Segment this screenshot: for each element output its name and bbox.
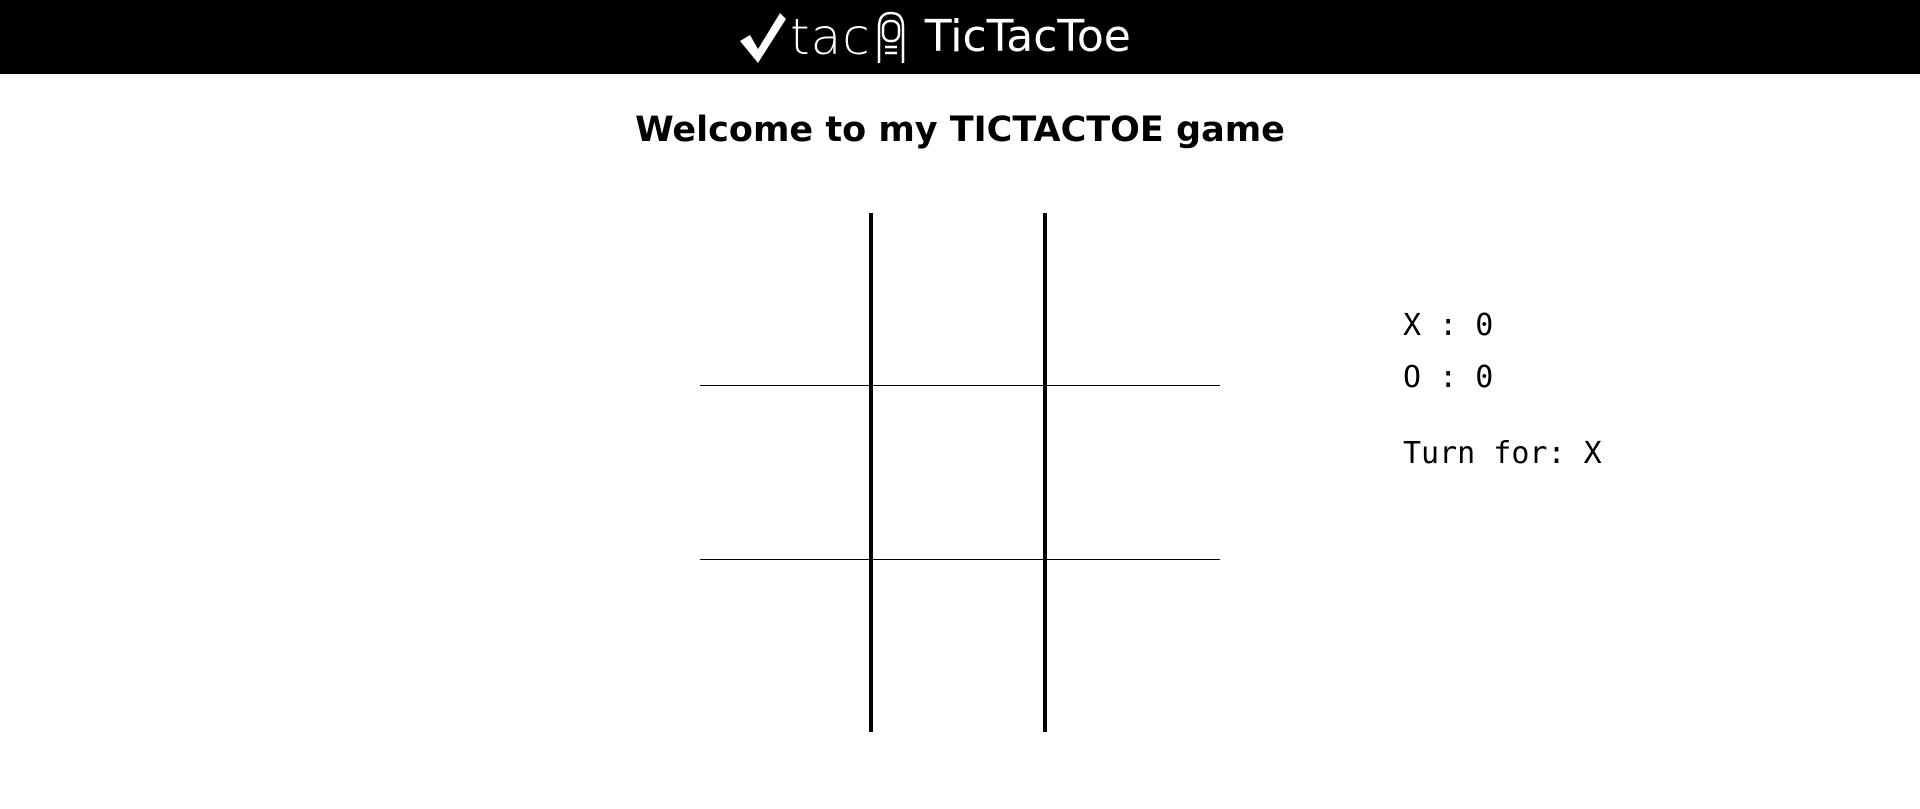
brand-logo[interactable]: tac TicTacToe: [736, 4, 1131, 70]
board-cell-4[interactable]: [873, 386, 1047, 560]
check-icon: [736, 9, 788, 65]
x-score-label: X: [1403, 308, 1422, 343]
navbar: tac TicTacToe: [0, 0, 1920, 74]
board-cell-2[interactable]: [1047, 213, 1220, 386]
o-score-value: 0: [1475, 360, 1494, 395]
turn-player: X: [1583, 436, 1602, 471]
score-panel: X : 0 O : 0 Turn for: X: [1403, 300, 1602, 474]
logo-word: tac: [790, 8, 871, 66]
board-cell-3[interactable]: [700, 386, 873, 560]
brand-title: TicTacToe: [924, 11, 1131, 62]
x-score-separator: :: [1439, 308, 1458, 343]
page-title: Welcome to my TICTACTOE game: [635, 110, 1285, 150]
game-board: [700, 213, 1220, 732]
x-score-value: 0: [1475, 308, 1494, 343]
board-cell-8[interactable]: [1047, 560, 1220, 732]
board-cell-1[interactable]: [873, 213, 1047, 386]
board-cell-0[interactable]: [700, 213, 873, 386]
board-cell-6[interactable]: [700, 560, 873, 732]
bottle-icon: [871, 9, 911, 65]
turn-indicator: Turn for: X: [1403, 434, 1602, 474]
board-cell-5[interactable]: [1047, 386, 1220, 560]
o-score-label: O: [1403, 360, 1422, 395]
board-cell-7[interactable]: [873, 560, 1047, 732]
o-score-separator: :: [1439, 360, 1458, 395]
x-score-line: X : 0: [1403, 300, 1602, 352]
turn-label: Turn for:: [1403, 436, 1566, 471]
o-score-line: O : 0: [1403, 352, 1602, 404]
